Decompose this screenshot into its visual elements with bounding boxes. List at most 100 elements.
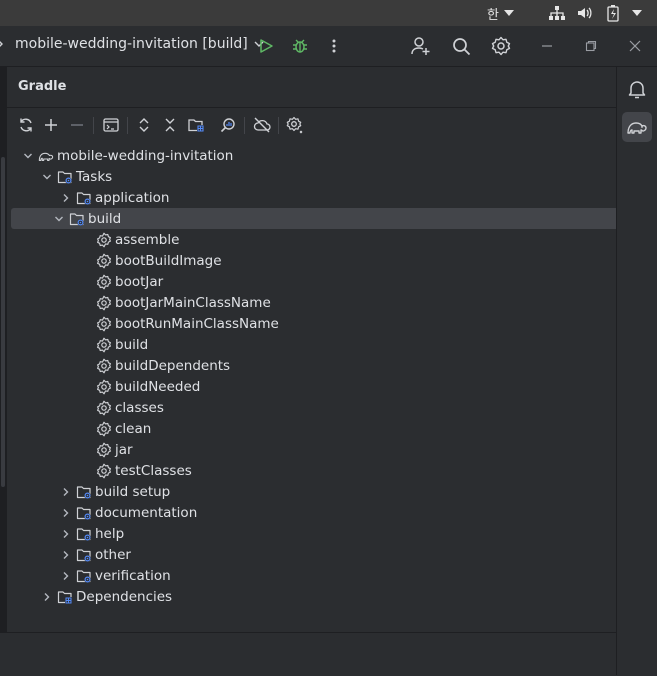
task-gear-icon bbox=[96, 316, 112, 332]
task-gear-icon bbox=[96, 295, 112, 311]
config-type-icon bbox=[0, 37, 11, 51]
tree-node-group[interactable]: documentation bbox=[58, 502, 197, 523]
task-group-folder-icon bbox=[57, 169, 73, 185]
task-gear-icon bbox=[96, 274, 112, 290]
offline-mode-icon[interactable] bbox=[253, 116, 271, 134]
toolbar-separator bbox=[93, 117, 94, 134]
tree-node-label: build bbox=[115, 336, 149, 353]
tree-node-label: documentation bbox=[95, 504, 198, 521]
more-actions-icon[interactable] bbox=[324, 36, 344, 56]
tree-node-task[interactable]: bootRunMainClassName bbox=[96, 313, 279, 334]
tree-node-label: buildNeeded bbox=[115, 378, 201, 395]
minimize-icon[interactable] bbox=[537, 36, 557, 56]
gradle-toolbar bbox=[7, 107, 616, 144]
tree-node-project-root[interactable]: mobile-wedding-invitation bbox=[20, 145, 233, 166]
chevron-down-icon[interactable] bbox=[20, 148, 36, 164]
debug-icon[interactable] bbox=[290, 36, 310, 56]
tree-node-label: application bbox=[95, 189, 170, 206]
chevron-right-icon[interactable] bbox=[58, 568, 74, 584]
tree-node-task[interactable]: bootBuildImage bbox=[96, 250, 222, 271]
tree-node-task[interactable]: buildDependents bbox=[96, 355, 230, 376]
tree-node-group[interactable]: build setup bbox=[58, 481, 170, 502]
tree-node-group[interactable]: verification bbox=[58, 565, 171, 586]
tree-node-group[interactable]: build bbox=[11, 208, 637, 229]
collapse-all-icon[interactable] bbox=[161, 116, 179, 134]
tree-node-task[interactable]: bootJarMainClassName bbox=[96, 292, 271, 313]
tree-node-label: other bbox=[95, 546, 131, 563]
battery-icon[interactable] bbox=[607, 4, 619, 22]
search-icon[interactable] bbox=[451, 36, 471, 56]
network-icon[interactable] bbox=[548, 4, 566, 22]
tree-node-label: build setup bbox=[95, 483, 171, 500]
run-configuration-selector[interactable]: mobile-wedding-invitation [build] bbox=[0, 36, 264, 52]
task-group-folder-icon bbox=[76, 484, 92, 500]
settings-gear-icon[interactable] bbox=[491, 36, 511, 56]
tree-node-label: bootJarMainClassName bbox=[115, 294, 271, 311]
settings-icon[interactable] bbox=[286, 116, 304, 134]
tree-node-group[interactable]: help bbox=[58, 523, 124, 544]
chevron-down-icon[interactable] bbox=[39, 169, 55, 185]
chevron-down-icon[interactable] bbox=[51, 211, 67, 227]
expand-all-icon[interactable] bbox=[135, 116, 153, 134]
add-icon[interactable] bbox=[42, 116, 60, 134]
tree-node-tasks[interactable]: Tasks bbox=[39, 166, 112, 187]
tree-node-task[interactable]: testClasses bbox=[96, 460, 192, 481]
tree-node-task[interactable]: classes bbox=[96, 397, 164, 418]
gradle-project-icon bbox=[38, 148, 54, 164]
tree-node-task[interactable]: jar bbox=[96, 439, 133, 460]
ime-caret-icon bbox=[503, 10, 514, 16]
panel-title: Gradle bbox=[18, 79, 67, 94]
tree-node-task[interactable]: build bbox=[96, 334, 148, 355]
tree-node-task[interactable]: buildNeeded bbox=[96, 376, 200, 397]
chevron-right-icon[interactable] bbox=[58, 526, 74, 542]
chevron-right-icon[interactable] bbox=[58, 547, 74, 563]
system-menu-caret-icon[interactable] bbox=[627, 4, 642, 22]
task-gear-icon bbox=[96, 337, 112, 353]
tree-node-group[interactable]: other bbox=[58, 544, 131, 565]
tree-node-task[interactable]: clean bbox=[96, 418, 151, 439]
task-gear-icon bbox=[96, 253, 112, 269]
restore-icon[interactable] bbox=[581, 36, 601, 56]
right-tool-strip bbox=[616, 67, 657, 675]
tree-node-label: assemble bbox=[115, 231, 180, 248]
tree-node-label: help bbox=[95, 525, 125, 542]
task-gear-icon bbox=[96, 442, 112, 458]
editor-scroll-marker bbox=[1, 157, 5, 487]
toolbar-separator bbox=[278, 117, 279, 134]
dependencies-icon[interactable] bbox=[187, 116, 205, 134]
tree-node-dependencies[interactable]: Dependencies bbox=[39, 586, 172, 607]
chevron-right-icon[interactable] bbox=[58, 190, 74, 206]
input-method-indicator[interactable]: 한 bbox=[487, 4, 514, 23]
close-icon[interactable] bbox=[625, 36, 645, 56]
task-group-folder-icon bbox=[76, 568, 92, 584]
reload-icon[interactable] bbox=[17, 116, 35, 134]
gradle-elephant-icon[interactable] bbox=[622, 112, 652, 142]
tree-node-label: mobile-wedding-invitation bbox=[57, 147, 234, 164]
run-icon[interactable] bbox=[256, 36, 276, 56]
remove-icon[interactable] bbox=[68, 116, 86, 134]
panel-bottom-area bbox=[0, 632, 616, 676]
chevron-right-icon[interactable] bbox=[39, 589, 55, 605]
volume-icon[interactable] bbox=[576, 4, 594, 22]
analyze-icon[interactable] bbox=[219, 116, 237, 134]
toolbar-separator bbox=[244, 117, 245, 134]
task-group-folder-icon bbox=[76, 547, 92, 563]
tree-node-label: jar bbox=[115, 441, 133, 458]
tree-node-task[interactable]: assemble bbox=[96, 229, 179, 250]
notifications-bell-icon[interactable] bbox=[622, 74, 652, 104]
tree-node-group[interactable]: application bbox=[58, 187, 169, 208]
task-gear-icon bbox=[96, 463, 112, 479]
task-gear-icon bbox=[96, 379, 112, 395]
left-tool-strip bbox=[0, 67, 7, 632]
tree-node-label: classes bbox=[115, 399, 164, 416]
ime-label: 한 bbox=[487, 7, 499, 23]
add-user-icon[interactable] bbox=[411, 36, 431, 56]
task-gear-icon bbox=[96, 400, 112, 416]
tree-node-label: Tasks bbox=[76, 168, 113, 185]
chevron-right-icon[interactable] bbox=[58, 484, 74, 500]
chevron-right-icon[interactable] bbox=[58, 505, 74, 521]
execute-task-icon[interactable] bbox=[102, 116, 120, 134]
tree-node-label: build bbox=[88, 210, 122, 227]
tree-node-label: bootBuildImage bbox=[115, 252, 222, 269]
tree-node-task[interactable]: bootJar bbox=[96, 271, 163, 292]
